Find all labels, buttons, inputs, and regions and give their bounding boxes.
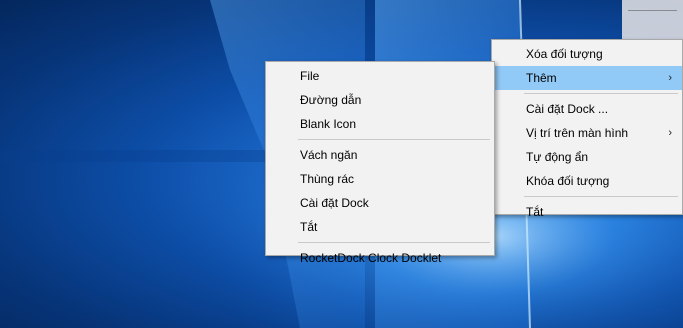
menu-item-label: Tự động ẩn — [526, 150, 589, 164]
menu-item-label: Cài đặt Dock — [300, 196, 369, 210]
menu-item-label: Thêm — [526, 71, 557, 85]
submenu-item-separator[interactable]: Vách ngăn — [266, 143, 494, 167]
menu-item-label: Đường dẫn — [300, 93, 362, 107]
submenu-item-path[interactable]: Đường dẫn — [266, 88, 494, 112]
menu-item-label: Thùng rác — [300, 172, 355, 186]
menu-item-dock-settings[interactable]: Cài đặt Dock ... — [492, 97, 682, 121]
menu-item-label: Vách ngăn — [300, 148, 358, 162]
menu-separator — [524, 93, 678, 94]
menu-separator — [524, 196, 678, 197]
menu-item-label: File — [300, 69, 320, 83]
menu-item-lock-objects[interactable]: Khóa đối tượng — [492, 169, 682, 193]
menu-item-label: Vị trí trên màn hình — [526, 126, 629, 140]
menu-item-autohide[interactable]: Tự động ẩn — [492, 145, 682, 169]
menu-item-add[interactable]: Thêm › — [492, 66, 682, 90]
menu-item-label: Tắt — [300, 220, 318, 234]
submenu-arrow-icon: › — [668, 127, 672, 139]
submenu-item-shutdown[interactable]: Tắt — [266, 215, 494, 239]
menu-item-close[interactable]: Tắt — [492, 200, 682, 224]
dock-context-menu: Xóa đối tượng Thêm › Cài đặt Dock ... Vị… — [491, 39, 683, 219]
menu-item-delete-object[interactable]: Xóa đối tượng — [492, 42, 682, 66]
submenu-arrow-icon: › — [668, 72, 672, 84]
menu-item-label: Cài đặt Dock ... — [526, 102, 609, 116]
menu-separator — [298, 242, 490, 243]
menu-item-label: Khóa đối tượng — [526, 174, 610, 188]
menu-separator — [298, 139, 490, 140]
menu-item-label: Tắt — [526, 205, 544, 219]
menu-item-label: Xóa đối tượng — [526, 47, 603, 61]
menu-item-screen-position[interactable]: Vị trí trên màn hình › — [492, 121, 682, 145]
add-submenu: File Đường dẫn Blank Icon Vách ngăn Thùn… — [265, 61, 495, 265]
dock-divider — [628, 10, 677, 11]
menu-item-label: Blank Icon — [300, 117, 357, 131]
desktop-background: Xóa đối tượng Thêm › Cài đặt Dock ... Vị… — [0, 0, 683, 328]
menu-item-label: RocketDock Clock Docklet — [300, 251, 442, 265]
rocketdock-bar[interactable] — [622, 0, 683, 40]
submenu-item-dock-settings[interactable]: Cài đặt Dock — [266, 191, 494, 215]
submenu-item-recycle-bin[interactable]: Thùng rác — [266, 167, 494, 191]
submenu-item-clock-docklet[interactable]: RocketDock Clock Docklet — [266, 246, 494, 270]
submenu-item-file[interactable]: File — [266, 64, 494, 88]
submenu-item-blank-icon[interactable]: Blank Icon — [266, 112, 494, 136]
